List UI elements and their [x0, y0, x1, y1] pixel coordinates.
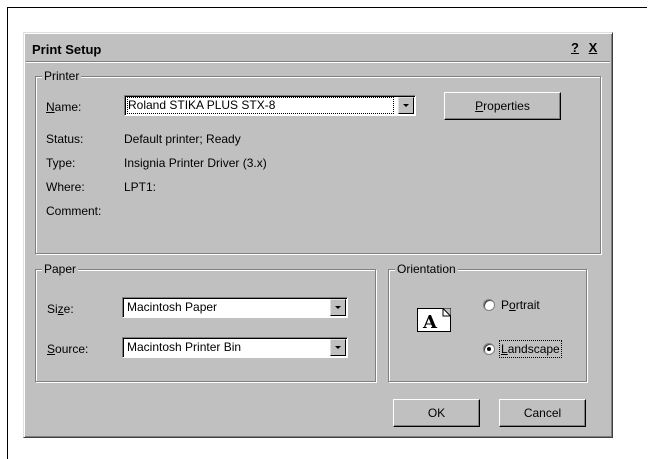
portrait-label[interactable]: Portrait [501, 298, 540, 312]
paper-group: Paper Size: Macintosh Paper Source: Maci… [35, 262, 376, 382]
status-value: Default printer; Ready [124, 132, 241, 146]
where-label: Where: [46, 180, 85, 194]
printer-name-dropdown[interactable]: Roland STIKA PLUS STX-8 [124, 95, 416, 116]
paper-group-label: Paper [42, 262, 79, 276]
cancel-button[interactable]: Cancel [499, 399, 586, 427]
printer-name-value: Roland STIKA PLUS STX-8 [127, 97, 394, 114]
chevron-down-icon[interactable] [330, 299, 346, 316]
printer-group: Printer Name: Roland STIKA PLUS STX-8 Pr… [35, 69, 601, 254]
title-separator [26, 61, 610, 63]
orientation-group: Orientation A Portrait Landscape [388, 262, 587, 382]
paper-source-dropdown[interactable]: Macintosh Printer Bin [122, 337, 348, 358]
size-label: Size: [47, 302, 74, 316]
where-value: LPT1: [124, 180, 157, 194]
chevron-down-icon[interactable] [330, 339, 346, 356]
source-label: Source: [47, 342, 89, 356]
printer-group-label: Printer [42, 69, 82, 83]
properties-button[interactable]: Properties [444, 92, 561, 120]
portrait-radio[interactable] [483, 299, 495, 311]
comment-label: Comment: [46, 204, 102, 218]
landscape-radio[interactable] [483, 343, 495, 355]
status-label: Status: [46, 132, 84, 146]
landscape-label[interactable]: Landscape [499, 340, 562, 358]
ok-button[interactable]: OK [393, 399, 480, 427]
help-button[interactable]: ? [567, 41, 583, 55]
name-label: Name: [46, 100, 82, 114]
print-setup-dialog: Print Setup ? X Printer Name: Roland STI… [23, 32, 613, 438]
paper-size-value: Macintosh Paper [127, 300, 218, 314]
type-value: Insignia Printer Driver (3.x) [124, 156, 267, 170]
paper-size-dropdown[interactable]: Macintosh Paper [122, 297, 348, 318]
landscape-orientation-icon: A [417, 308, 451, 332]
type-label: Type: [46, 156, 76, 170]
orientation-icon-letter: A [422, 312, 438, 332]
close-button[interactable]: X [585, 41, 601, 55]
orientation-group-label: Orientation [395, 262, 458, 276]
chevron-down-icon[interactable] [398, 97, 414, 114]
dialog-title: Print Setup [32, 42, 102, 57]
paper-source-value: Macintosh Printer Bin [127, 340, 242, 354]
